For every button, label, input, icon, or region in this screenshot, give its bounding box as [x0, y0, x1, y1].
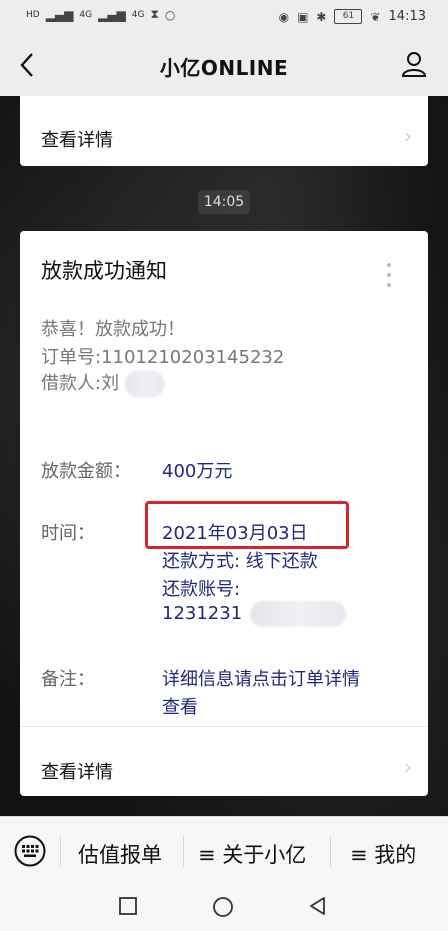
hourglass-icon: ⧗: [150, 7, 159, 21]
menu-separator: [183, 835, 184, 867]
previous-message-card[interactable]: 查看详情 ›: [20, 96, 428, 166]
menu-item-valuation[interactable]: 估值报单: [78, 839, 162, 869]
redacted-blur-account: [249, 601, 346, 627]
page-title: 小亿ONLINE: [159, 56, 289, 80]
remark-line-1: 详细信息请点击订单详情: [162, 669, 360, 690]
circle-icon: ○: [164, 7, 176, 22]
chevron-right-icon: ›: [404, 755, 412, 779]
clock-time: 14:13: [388, 9, 426, 24]
view-details-link[interactable]: 查看详情: [41, 126, 113, 152]
order-number-line: 订单号:1101210203145232: [41, 343, 284, 369]
system-nav-bar: [0, 884, 448, 931]
view-details-link-main[interactable]: 查看详情: [41, 758, 113, 784]
status-bar: HD ▂▄▆ 4G ▂▄▆ 4G ⧗ ○ ◉ ▣ ✱ 61 ❦ 14:13: [0, 0, 448, 34]
signal-icon: ▂▄▆: [45, 7, 74, 22]
menu-separator: [330, 835, 331, 867]
bluetooth-icon: ✱: [316, 9, 327, 24]
loan-notification-card[interactable]: 放款成功通知 恭喜！放款成功！ 订单号:1101210203145232 借款人…: [20, 231, 428, 796]
repay-account-label: 还款账号:: [162, 579, 241, 600]
amount-value: 400万元: [162, 461, 233, 482]
time-label: 时间：: [41, 523, 95, 544]
repay-method: 还款方式: 线下还款: [162, 551, 318, 572]
app-header: 小亿ONLINE: [0, 34, 448, 96]
home-icon[interactable]: [212, 896, 234, 918]
congrats-text: 恭喜！放款成功！: [41, 319, 185, 340]
amount-label: 放款金额：: [41, 461, 131, 482]
more-options-icon[interactable]: [386, 263, 392, 291]
borrower-name: 刘: [101, 373, 120, 394]
network-label-2: 4G: [131, 9, 145, 20]
notification-title: 放款成功通知: [41, 259, 167, 283]
eye-icon: ◉: [278, 9, 290, 24]
bottom-menu-bar: 估值报单 ≡ 关于小亿 ≡ 我的: [0, 816, 448, 885]
borrower-line: 借款人:刘: [41, 369, 165, 398]
menu-item-mine[interactable]: ≡ 我的: [350, 839, 416, 869]
red-highlight-box: [145, 501, 349, 549]
menu-item-about[interactable]: ≡ 关于小亿: [198, 839, 306, 869]
signal-icon-2: ▂▄▆: [98, 7, 126, 22]
hd-label: HD: [26, 9, 40, 20]
remark-line-2: 查看: [162, 697, 198, 718]
repay-account: 1231231: [162, 603, 243, 624]
network-label-1: 4G: [79, 9, 93, 20]
status-right: ◉ ▣ ✱ 61 ❦ 14:13: [279, 9, 426, 24]
message-timestamp: 14:05: [198, 190, 250, 214]
chevron-right-icon: ›: [404, 124, 412, 148]
battery-icon: 61: [334, 9, 363, 24]
redacted-blur: [124, 370, 165, 398]
borrower-label: 借款人:: [41, 373, 102, 394]
profile-icon[interactable]: [400, 50, 428, 78]
order-label: 订单号:: [41, 347, 102, 368]
card-divider: [20, 726, 428, 727]
order-number: 1101210203145232: [101, 347, 285, 368]
status-left: HD ▂▄▆ 4G ▂▄▆ 4G ⧗ ○: [26, 7, 175, 22]
recent-apps-icon[interactable]: [118, 896, 138, 916]
repay-account-line: 1231231: [162, 601, 346, 627]
back-triangle-icon[interactable]: [308, 896, 328, 916]
leaf-icon: ❦: [370, 9, 381, 24]
remark-label: 备注：: [41, 669, 95, 690]
nfc-icon: ▣: [297, 9, 309, 24]
keyboard-icon[interactable]: [14, 835, 46, 867]
menu-separator: [60, 835, 61, 867]
